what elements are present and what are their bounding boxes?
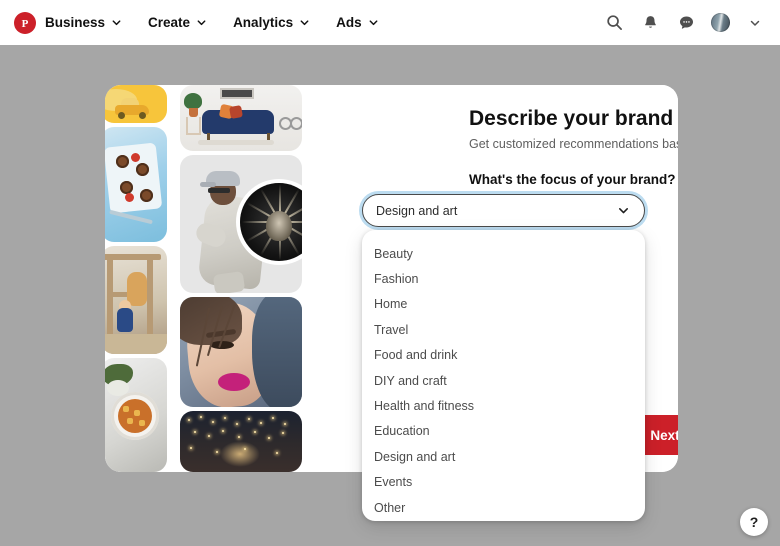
dropdown-option-fashion[interactable]: Fashion <box>362 266 645 291</box>
collage-tile-food-bowl <box>105 358 167 472</box>
svg-text:P: P <box>22 18 29 30</box>
chevron-down-icon <box>299 17 310 28</box>
dropdown-option-diy-and-craft[interactable]: DIY and craft <box>362 368 645 393</box>
nav-item-business[interactable]: Business <box>45 15 122 30</box>
chevron-down-icon <box>196 17 207 28</box>
collage-tile-string-lights <box>180 411 302 472</box>
dropdown-option-other[interactable]: Other <box>362 495 645 520</box>
bell-icon[interactable] <box>639 12 661 34</box>
message-icon[interactable] <box>675 12 697 34</box>
chevron-down-icon <box>368 17 379 28</box>
dropdown-option-travel[interactable]: Travel <box>362 317 645 342</box>
dropdown-option-health-and-fitness[interactable]: Health and fitness <box>362 393 645 418</box>
nav-item-analytics[interactable]: Analytics <box>233 15 310 30</box>
pinterest-logo-icon[interactable]: P <box>14 11 36 34</box>
dropdown-option-education[interactable]: Education <box>362 419 645 444</box>
avatar[interactable] <box>711 13 730 32</box>
nav-right-group <box>603 12 766 34</box>
chevron-down-icon[interactable] <box>744 12 766 34</box>
brand-focus-label: What's the focus of your brand? <box>469 172 676 187</box>
page-title: Describe your brand <box>469 107 674 130</box>
collage-tile-playroom <box>105 246 167 354</box>
collage-tile-food-plate <box>105 127 167 242</box>
dropdown-option-home[interactable]: Home <box>362 292 645 317</box>
nav-item-ads[interactable]: Ads <box>336 15 379 30</box>
top-navigation-bar: P Business Create Analytics Ads <box>0 0 780 45</box>
collage-tile-car <box>105 85 167 123</box>
help-button[interactable]: ? <box>740 508 768 536</box>
dropdown-option-beauty[interactable]: Beauty <box>362 241 645 266</box>
dropdown-option-design-and-art[interactable]: Design and art <box>362 444 645 469</box>
nav-left-group: P Business Create Analytics Ads <box>14 11 405 34</box>
dropdown-option-food-and-drink[interactable]: Food and drink <box>362 343 645 368</box>
nav-item-business-label: Business <box>45 15 106 30</box>
nav-item-analytics-label: Analytics <box>233 15 294 30</box>
collage-tile-beauty-portrait <box>180 297 302 407</box>
search-icon[interactable] <box>603 12 625 34</box>
dialog-subtitle: Get customized recommendations based on … <box>469 137 678 151</box>
chevron-down-icon <box>111 17 122 28</box>
brand-focus-select-value: Design and art <box>376 203 458 218</box>
chevron-down-icon <box>617 204 630 217</box>
collage-tile-fashion-man <box>180 155 302 293</box>
nav-item-ads-label: Ads <box>336 15 362 30</box>
dropdown-option-events[interactable]: Events <box>362 470 645 495</box>
brand-focus-dropdown[interactable]: Beauty Fashion Home Travel Food and drin… <box>362 230 645 521</box>
image-collage <box>105 85 317 472</box>
brand-focus-select[interactable]: Design and art <box>362 194 645 227</box>
nav-item-create[interactable]: Create <box>148 15 207 30</box>
nav-item-create-label: Create <box>148 15 191 30</box>
collage-tile-living-room <box>180 85 302 151</box>
